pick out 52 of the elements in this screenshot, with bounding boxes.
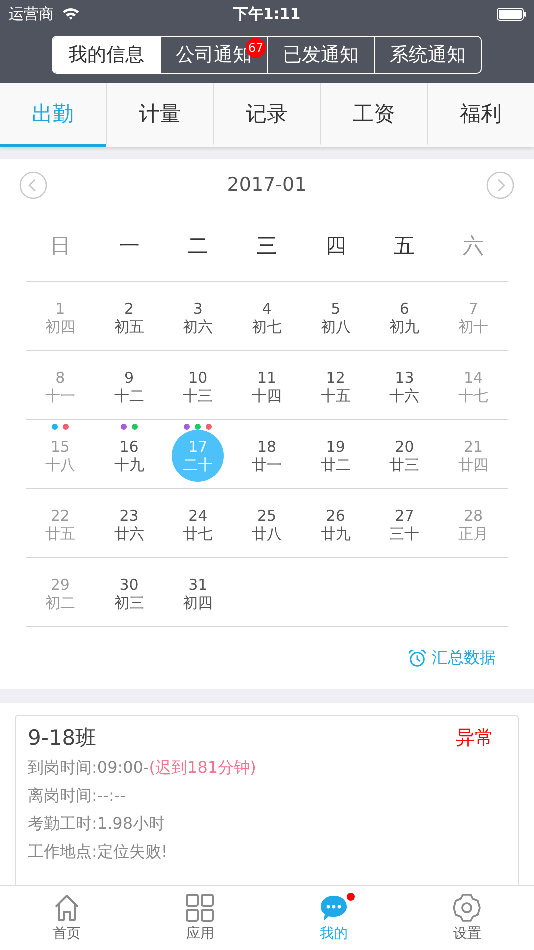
weekday-label: 二 [186, 233, 210, 260]
calendar-day[interactable]: 23 廿六 [103, 499, 156, 551]
calendar-day[interactable]: 20 廿三 [378, 430, 431, 482]
calendar-day[interactable]: 11 十四 [240, 361, 293, 413]
clock-time: 下午1:11 [233, 4, 301, 24]
calendar-day[interactable]: 18 廿一 [240, 430, 293, 482]
segment-tab[interactable]: 已发通知 [267, 37, 374, 73]
segment-tab[interactable]: 我的信息 [53, 37, 160, 73]
tab-bar-item[interactable]: 首页 [0, 886, 134, 950]
record-detail: 工作地点:定位失败! [28, 841, 169, 863]
calendar-day[interactable]: 24 廿七 [172, 499, 224, 551]
calendar-day[interactable]: 30 初三 [103, 568, 156, 620]
weekday-label: 日 [48, 233, 72, 260]
weekday-label: 四 [324, 233, 348, 260]
calendar-day[interactable]: 2 初五 [103, 292, 156, 344]
calendar-day[interactable]: 25 廿八 [240, 499, 293, 551]
calendar-day[interactable]: 31 初四 [172, 568, 224, 620]
calendar-day[interactable]: 6 初九 [378, 292, 431, 344]
calendar-day[interactable]: 10 十三 [172, 361, 224, 413]
tab-bar-item[interactable]: 应用 [134, 886, 267, 950]
month-title: 2017-01 [227, 174, 307, 196]
calendar-day[interactable]: 19 廿二 [310, 430, 362, 482]
settings-icon [452, 893, 482, 923]
weekday-label: 一 [118, 233, 141, 260]
record-detail: 考勤工时:1.98小时 [28, 813, 166, 835]
segment-tab[interactable]: 系统通知 [374, 37, 481, 73]
chat-bubble-icon [318, 893, 349, 923]
previous-month-icon[interactable] [19, 170, 48, 200]
calendar-day[interactable]: 16 十九 [103, 430, 156, 482]
grid-icon [185, 893, 216, 923]
weekday-label: 五 [393, 233, 416, 260]
calendar-day[interactable]: 9 十二 [103, 361, 156, 413]
weekday-label: 六 [462, 233, 486, 260]
attendance-status: 异常 [456, 726, 494, 751]
carrier-name: 运营商 [9, 4, 54, 24]
alarm-clock-icon [408, 648, 427, 668]
calendar-day[interactable]: 13 十六 [378, 361, 431, 413]
calendar-day[interactable]: 5 初八 [310, 292, 362, 344]
tab-bar-item[interactable]: 设置 [400, 886, 534, 950]
wifi-icon [62, 7, 80, 21]
battery-icon [497, 8, 527, 20]
calendar-day[interactable]: 3 初六 [172, 292, 224, 344]
calendar-day[interactable]: 12 十五 [310, 361, 362, 413]
record-detail: 离岗时间:--:-- [28, 785, 127, 807]
weekday-label: 三 [255, 233, 278, 260]
count-badge: 67 [246, 38, 266, 58]
shift-title: 9-18班 [28, 725, 97, 752]
calendar-day[interactable]: 27 三十 [378, 499, 431, 551]
next-month-icon[interactable] [486, 170, 515, 200]
calendar-day[interactable]: 26 廿九 [310, 499, 362, 551]
calendar-day[interactable]: 4 初七 [240, 292, 293, 344]
record-detail: 到岗时间:09:00-(迟到181分钟) [28, 757, 258, 779]
